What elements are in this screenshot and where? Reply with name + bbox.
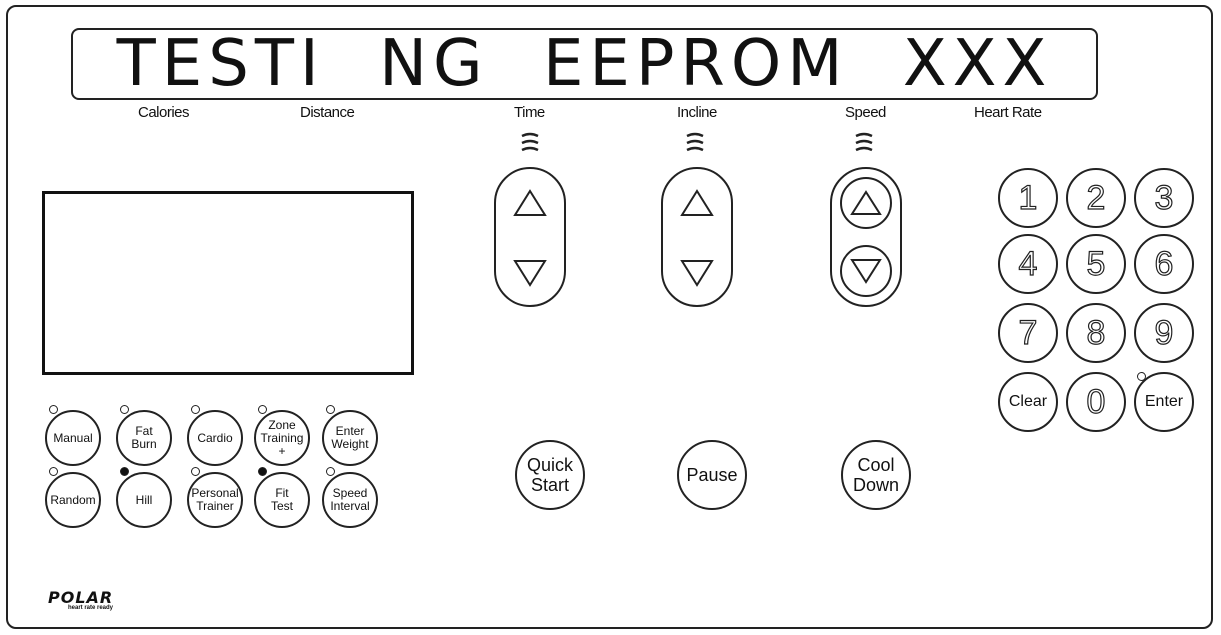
time-up-button[interactable] <box>506 179 554 227</box>
time-down-button[interactable] <box>506 249 554 297</box>
profile-display-window <box>42 191 414 375</box>
time-waves-icon <box>521 132 539 152</box>
keypad-9-button[interactable]: 9 <box>1134 303 1194 363</box>
cool-down-button[interactable]: Cool Down <box>841 440 911 510</box>
speed-interval-indicator-led <box>326 467 335 476</box>
keypad-4-button[interactable]: 4 <box>998 234 1058 294</box>
incline-down-button[interactable] <box>673 249 721 297</box>
enter-indicator-led <box>1137 372 1146 381</box>
fit-test-indicator-led <box>258 467 267 476</box>
message-display: TESTI NG EEPROM XXX <box>71 28 1098 100</box>
display-text: TESTI NG EEPROM XXX <box>116 27 1053 101</box>
keypad-5-button[interactable]: 5 <box>1066 234 1126 294</box>
fat-burn-indicator-led <box>120 405 129 414</box>
enter-weight-indicator-led <box>326 405 335 414</box>
label-calories: Calories <box>138 104 190 121</box>
label-incline: Incline <box>677 104 717 121</box>
label-distance: Distance <box>300 104 355 121</box>
zone-training-button[interactable]: Zone Training + <box>254 410 310 466</box>
speed-down-button[interactable] <box>840 245 892 297</box>
speed-adjust-rocker <box>830 167 902 307</box>
keypad-0-button[interactable]: 0 <box>1066 372 1126 432</box>
keypad-1-button[interactable]: 1 <box>998 168 1058 228</box>
keypad-enter-button[interactable]: Enter <box>1134 372 1194 432</box>
random-indicator-led <box>49 467 58 476</box>
keypad-2-button[interactable]: 2 <box>1066 168 1126 228</box>
speed-interval-button[interactable]: Speed Interval <box>322 472 378 528</box>
triangle-down-icon <box>850 259 882 284</box>
personal-trainer-button[interactable]: Personal Trainer <box>187 472 243 528</box>
hill-indicator-led <box>120 467 129 476</box>
enter-weight-button[interactable]: Enter Weight <box>322 410 378 466</box>
zone-training-indicator-led <box>258 405 267 414</box>
time-adjust-rocker <box>494 167 566 307</box>
speed-up-button[interactable] <box>840 177 892 229</box>
fat-burn-button[interactable]: Fat Burn <box>116 410 172 466</box>
triangle-up-icon <box>513 189 547 216</box>
speed-waves-icon <box>855 132 873 152</box>
triangle-down-icon <box>680 260 714 287</box>
cardio-indicator-led <box>191 405 200 414</box>
keypad-clear-button[interactable]: Clear <box>998 372 1058 432</box>
incline-waves-icon <box>686 132 704 152</box>
manual-button[interactable]: Manual <box>45 410 101 466</box>
hill-button[interactable]: Hill <box>116 472 172 528</box>
label-heart-rate: Heart Rate <box>974 104 1042 121</box>
keypad-3-button[interactable]: 3 <box>1134 168 1194 228</box>
keypad-8-button[interactable]: 8 <box>1066 303 1126 363</box>
manual-indicator-led <box>49 405 58 414</box>
incline-adjust-rocker <box>661 167 733 307</box>
triangle-up-icon <box>850 190 882 215</box>
polar-logo: POLAR heart rate ready <box>48 588 113 611</box>
keypad-6-button[interactable]: 6 <box>1134 234 1194 294</box>
triangle-up-icon <box>680 189 714 216</box>
fit-test-button[interactable]: Fit Test <box>254 472 310 528</box>
cardio-button[interactable]: Cardio <box>187 410 243 466</box>
personal-trainer-indicator-led <box>191 467 200 476</box>
pause-button[interactable]: Pause <box>677 440 747 510</box>
triangle-down-icon <box>513 260 547 287</box>
quick-start-button[interactable]: Quick Start <box>515 440 585 510</box>
incline-up-button[interactable] <box>673 179 721 227</box>
random-button[interactable]: Random <box>45 472 101 528</box>
keypad-7-button[interactable]: 7 <box>998 303 1058 363</box>
logo-tagline: heart rate ready <box>68 605 114 611</box>
label-speed: Speed <box>845 104 886 121</box>
label-time: Time <box>514 104 545 121</box>
